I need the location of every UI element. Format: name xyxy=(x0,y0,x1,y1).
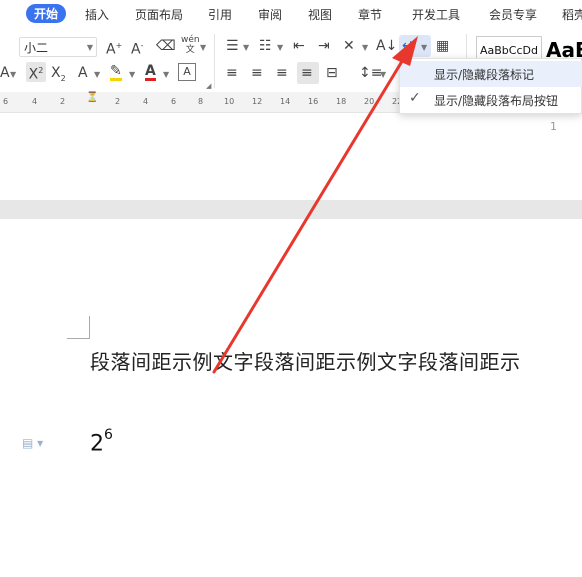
phonetic-guide-label: wén xyxy=(181,35,200,45)
ruler-tick: 2 xyxy=(60,97,66,106)
table-grid-icon[interactable]: ▦ xyxy=(436,37,449,55)
distributed-align-icon[interactable]: ⊟ xyxy=(326,64,338,82)
paragraph-layout-icon[interactable]: ▤ ▾ xyxy=(22,436,43,450)
chevron-down-icon[interactable]: ▼ xyxy=(243,43,249,52)
ruler-tick: 12 xyxy=(252,97,263,106)
document-body-text[interactable]: 段落间距示例文字段落间距示例文字段落间距示 xyxy=(90,346,521,375)
ruler-tick: 16 xyxy=(308,97,319,106)
bullet-list-icon[interactable]: ☰ xyxy=(226,37,239,55)
page-number: 1 xyxy=(550,120,557,133)
decrease-indent-icon[interactable]: ⇤ xyxy=(293,37,305,55)
font-dialog-launcher-icon[interactable]: ◢ xyxy=(206,82,211,90)
align-center-icon[interactable]: ≡ xyxy=(251,64,263,82)
ruler-tick: 18 xyxy=(336,97,347,106)
menu-item-label: 显示/隐藏段落标记 xyxy=(434,68,535,82)
ruler-tick: 6 xyxy=(171,97,177,106)
superscript-icon[interactable]: X2 xyxy=(26,62,46,83)
chinese-layout-icon[interactable]: ✕ xyxy=(343,37,355,55)
document-formula[interactable]: 26 xyxy=(90,427,113,457)
subscript-icon[interactable]: X2 xyxy=(51,64,66,88)
chevron-down-icon[interactable]: ▼ xyxy=(380,70,386,79)
sort-icon[interactable]: A↓ xyxy=(376,37,397,55)
chevron-down-icon[interactable]: ▼ xyxy=(277,43,283,52)
phonetic-guide-icon[interactable]: wén 文 xyxy=(181,35,200,55)
ruler-tick: 6 xyxy=(3,97,9,106)
align-right-icon[interactable]: ≡ xyxy=(276,64,288,82)
char-border-icon[interactable]: A xyxy=(178,63,196,81)
paragraph-mark-dropdown: 显示/隐藏段落标记 ✓ 显示/隐藏段落布局按钮 xyxy=(399,58,582,114)
checkmark-icon: ✓ xyxy=(409,90,421,106)
ruler-tick: 10 xyxy=(224,97,235,106)
justify-icon[interactable]: ≡ xyxy=(301,64,313,82)
menu-item-toggle-paragraph-layout-button[interactable]: ✓ 显示/隐藏段落布局按钮 xyxy=(400,87,582,113)
clear-format-icon[interactable]: ⌫ xyxy=(156,37,176,55)
tab-view[interactable]: 视图 xyxy=(308,6,332,23)
ruler-tick: 4 xyxy=(32,97,38,106)
chevron-down-icon[interactable]: ▼ xyxy=(362,43,368,52)
chevron-down-icon: ▼ xyxy=(86,43,93,52)
tab-home[interactable]: 开始 xyxy=(26,4,67,23)
paragraph-mark-icon[interactable]: ↵ xyxy=(402,37,414,55)
tab-member[interactable]: 会员专享 xyxy=(489,6,537,23)
tab-references[interactable]: 引用 xyxy=(208,6,232,23)
text-outline-icon[interactable]: A xyxy=(78,64,88,82)
chevron-down-icon[interactable]: ▼ xyxy=(200,43,206,52)
font-color-icon[interactable]: A xyxy=(145,64,156,81)
chevron-down-icon[interactable]: ▼ xyxy=(94,70,100,79)
menu-item-toggle-paragraph-marks[interactable]: 显示/隐藏段落标记 xyxy=(400,61,582,87)
tab-insert[interactable]: 插入 xyxy=(85,6,109,23)
tab-review[interactable]: 审阅 xyxy=(258,6,282,23)
ruler-tick: 14 xyxy=(280,97,291,106)
font-size-select[interactable]: 小二 ▼ xyxy=(19,37,97,57)
chevron-down-icon[interactable]: ▼ xyxy=(421,43,427,52)
formula-base: 2 xyxy=(90,431,104,457)
increase-font-icon[interactable]: A+ xyxy=(106,37,122,59)
page-corner-mark xyxy=(89,316,90,339)
page-corner-mark xyxy=(67,338,89,339)
chevron-down-icon[interactable]: ▼ xyxy=(10,70,16,79)
page-gap xyxy=(0,200,582,219)
align-left-icon[interactable]: ≡ xyxy=(226,64,238,82)
increase-indent-icon[interactable]: ⇥ xyxy=(318,37,330,55)
ribbon-tab-bar: 开始 插入 页面布局 引用 审阅 视图 章节 开发工具 会员专享 稻壳 xyxy=(0,0,582,28)
style-preview-text: AaBbCcDd xyxy=(480,44,538,57)
font-size-value: 小二 xyxy=(24,41,49,55)
ribbon-separator xyxy=(214,34,215,88)
ruler-tick: 20 xyxy=(364,97,375,106)
chevron-down-icon[interactable]: ▼ xyxy=(163,70,169,79)
indent-marker-icon[interactable]: ⏳ xyxy=(86,93,98,103)
numbered-list-icon[interactable]: ☷ xyxy=(259,37,272,55)
tab-developer[interactable]: 开发工具 xyxy=(412,6,460,23)
ruler-tick: 2 xyxy=(115,97,121,106)
decrease-font-icon[interactable]: A- xyxy=(131,37,143,59)
menu-item-label: 显示/隐藏段落布局按钮 xyxy=(434,94,559,108)
tab-chapter[interactable]: 章节 xyxy=(358,6,382,23)
ruler-tick: 4 xyxy=(143,97,149,106)
tab-page-layout[interactable]: 页面布局 xyxy=(135,6,183,23)
tab-docer[interactable]: 稻壳 xyxy=(562,6,582,23)
chevron-down-icon[interactable]: ▼ xyxy=(129,70,135,79)
formula-exponent: 6 xyxy=(104,427,113,443)
ruler-tick: 8 xyxy=(198,97,204,106)
highlight-icon[interactable]: ✎ xyxy=(110,64,122,81)
line-spacing-icon[interactable]: ↕≡ xyxy=(359,64,382,82)
text-effect-icon[interactable]: A xyxy=(0,64,10,82)
